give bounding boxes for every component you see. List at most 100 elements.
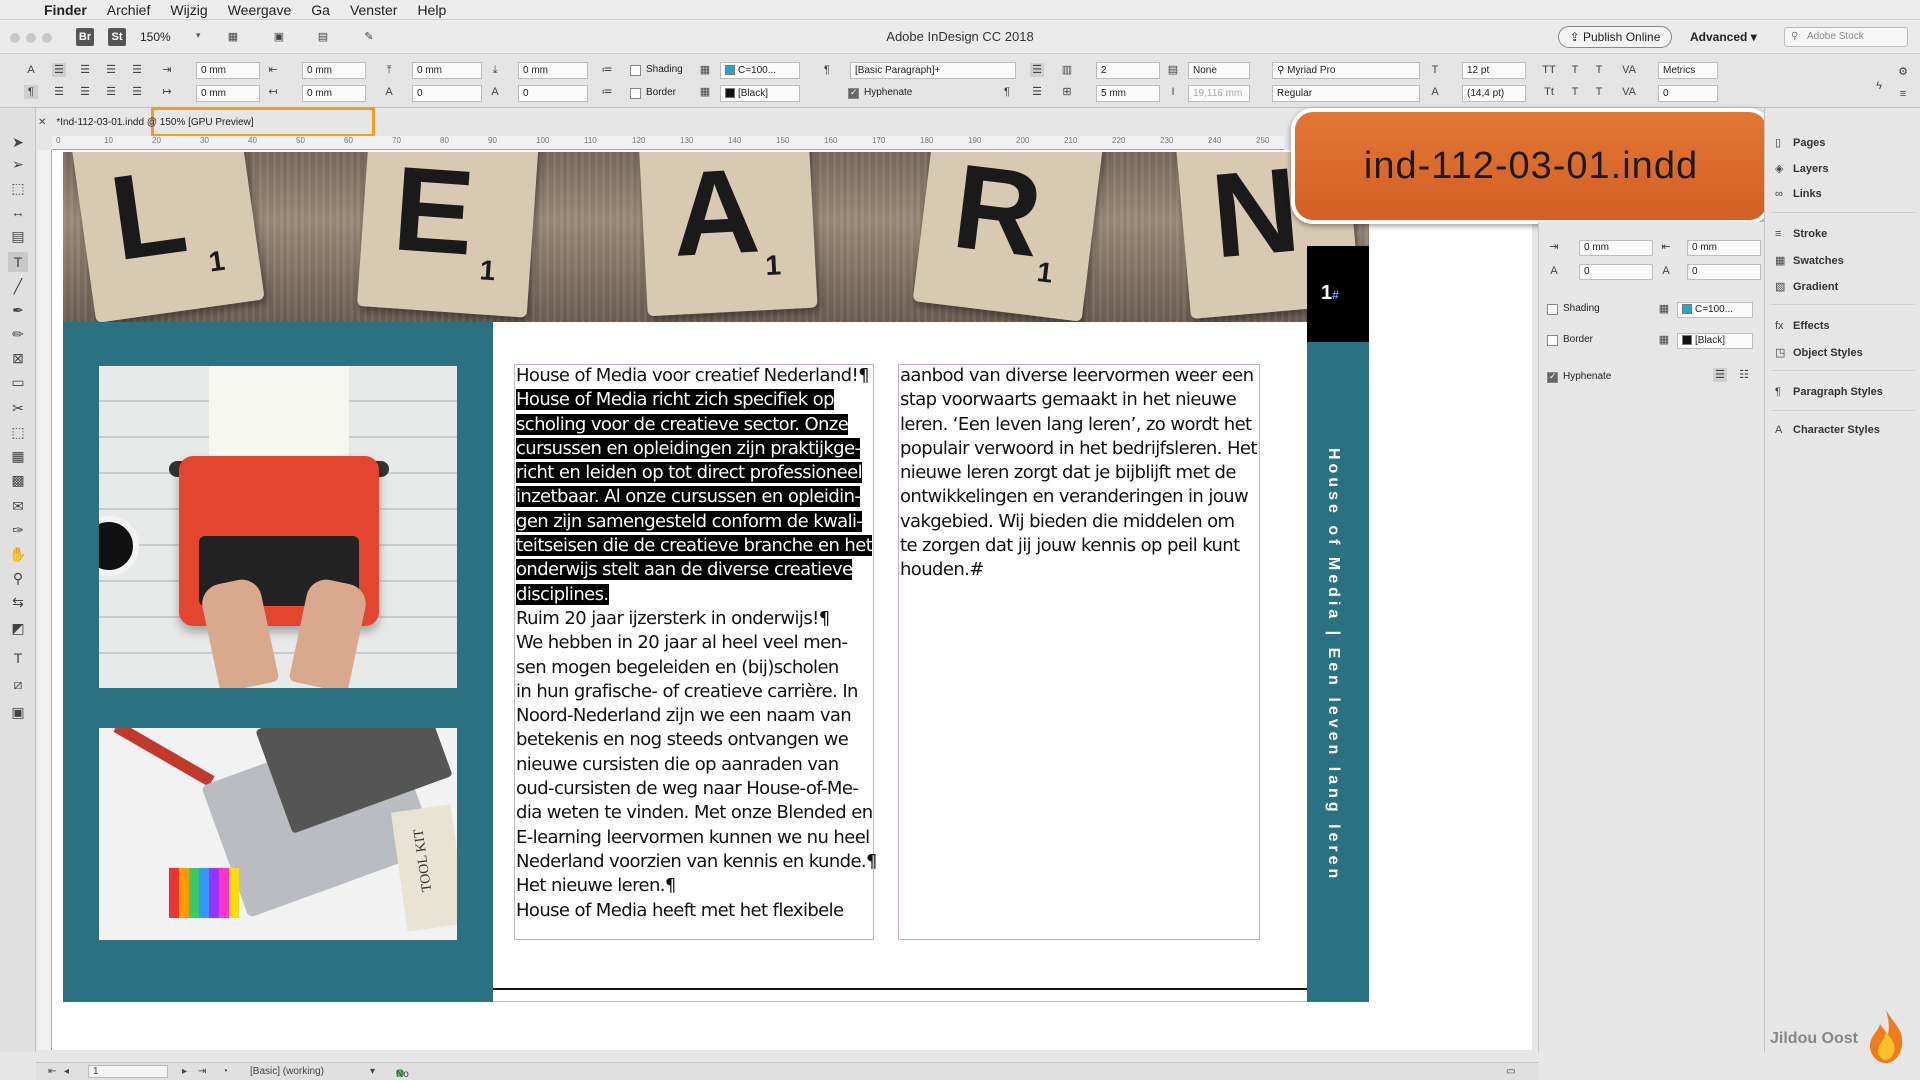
justify-all-icon[interactable]: ☰	[104, 85, 118, 99]
preflight-profile[interactable]: [Basic] (working)	[250, 1066, 324, 1077]
span-width-field[interactable]: 19,116 mm	[1188, 85, 1250, 102]
panel-object-styles[interactable]: ◳ Object Styles	[1775, 346, 1863, 359]
laptop-desk-photo[interactable]: TOOL KIT	[99, 728, 457, 940]
do-not-align-baseline-icon[interactable]: ☰	[1030, 63, 1044, 77]
last-line-indent-field[interactable]: 0 mm	[302, 85, 366, 102]
last-page-icon[interactable]: ⇥	[198, 1066, 206, 1077]
panel-paragraph-styles[interactable]: ¶ Paragraph Styles	[1775, 386, 1883, 398]
font-family-select[interactable]: ⚲ Myriad Pro	[1272, 62, 1420, 79]
previous-page-icon[interactable]: ◂	[64, 1066, 69, 1077]
props-last-line-field[interactable]: 0	[1687, 264, 1761, 280]
gradient-swatch-tool-icon[interactable]: ▦	[8, 446, 28, 466]
rectangle-frame-tool-icon[interactable]: ⊠	[8, 348, 28, 368]
space-after-field[interactable]: 0 mm	[518, 62, 588, 79]
hand-tool-icon[interactable]: ✋	[8, 544, 28, 564]
gap-tool-icon[interactable]: ↔	[8, 202, 28, 222]
next-page-icon[interactable]: ▸	[182, 1066, 187, 1077]
gutter-field[interactable]: 5 mm	[1096, 85, 1160, 102]
props-shading-checkbox[interactable]	[1547, 304, 1558, 315]
view-options-icon[interactable]: ▦	[226, 30, 240, 44]
eyedropper-tool-icon[interactable]: ✑	[8, 520, 28, 540]
typewriter-photo[interactable]	[99, 366, 457, 688]
scissors-tool-icon[interactable]: ✂	[8, 398, 28, 418]
align-away-spine-icon[interactable]: ☰	[130, 85, 144, 99]
align-right-icon[interactable]: ☰	[104, 63, 118, 77]
direct-selection-tool-icon[interactable]: ➢	[8, 154, 28, 174]
justify-left-icon[interactable]: ☰	[52, 85, 66, 99]
justify-center-icon[interactable]: ☰	[78, 85, 92, 99]
first-line-indent-field[interactable]: 0 mm	[196, 85, 260, 102]
close-window-icon[interactable]	[10, 33, 20, 43]
fill-stroke-icon[interactable]: ◩	[8, 618, 28, 638]
menu-venster[interactable]: Venster	[340, 2, 407, 18]
minimize-window-icon[interactable]	[26, 33, 36, 43]
props-shading-color[interactable]: C=100...	[1677, 302, 1753, 318]
panel-gradient[interactable]: ▧ Gradient	[1775, 280, 1838, 293]
quick-apply-icon[interactable]: ϟ	[1872, 79, 1886, 93]
props-align-baseline-off-icon[interactable]: ☰	[1713, 368, 1727, 382]
kerning-select[interactable]: Metrics	[1658, 62, 1718, 79]
space-before-field[interactable]: 0 mm	[412, 62, 482, 79]
publish-online-button[interactable]: ⇪ Publish Online	[1558, 26, 1672, 48]
learn-banner-image[interactable]: L1E1A1R1N1	[63, 152, 1369, 322]
props-left-indent-field[interactable]: 0 mm	[1579, 240, 1653, 256]
drop-cap-chars-field[interactable]: 0	[518, 85, 588, 102]
menu-weergave[interactable]: Weergave	[218, 2, 302, 18]
panel-swatches[interactable]: ▦ Swatches	[1775, 254, 1844, 267]
adobe-stock-search[interactable]: ⚲ Adobe Stock	[1784, 27, 1908, 47]
type-tool-icon[interactable]: T	[8, 252, 28, 272]
shading-color-select[interactable]: C=100...	[720, 62, 800, 79]
props-hyphenate-checkbox[interactable]	[1547, 371, 1558, 383]
shading-settings-icon[interactable]: ▦	[698, 63, 712, 77]
preflight-dropdown-icon[interactable]: ▾	[370, 1066, 375, 1077]
zoom-window-icon[interactable]	[42, 33, 52, 43]
right-indent-field[interactable]: 0 mm	[302, 62, 366, 79]
first-page-icon[interactable]: ⇤	[48, 1066, 56, 1077]
all-caps-icon[interactable]: TT	[1542, 63, 1556, 77]
body-text-column-1[interactable]: House of Media voor creatief Nederland!¶…	[516, 364, 878, 923]
tracking-field[interactable]: 0	[1658, 85, 1718, 102]
content-collector-icon[interactable]: ▤	[8, 226, 28, 246]
line-tool-icon[interactable]: ╱	[8, 276, 28, 296]
panel-stroke[interactable]: ≡ Stroke	[1775, 228, 1827, 240]
props-shading-settings-icon[interactable]: ▦	[1657, 302, 1671, 316]
brush-icon[interactable]: ✎	[362, 30, 376, 44]
underline-icon[interactable]: T	[1592, 63, 1606, 77]
bridge-button[interactable]: Br	[76, 28, 94, 46]
page-tool-icon[interactable]: ⬚	[8, 178, 28, 198]
menu-ga[interactable]: Ga	[301, 2, 340, 18]
clear-overrides-icon[interactable]: ¶	[1000, 85, 1014, 99]
align-center-icon[interactable]: ☰	[78, 63, 92, 77]
paragraph-formatting-icon[interactable]: ¶	[24, 85, 38, 99]
drop-cap-lines-field[interactable]: 0	[412, 85, 482, 102]
menu-finder[interactable]: Finder	[34, 2, 97, 18]
horizontal-ruler[interactable]: 0 10 20 30 40 50 60 70 80 90 100 110 120 130 140 150 160…	[52, 136, 1284, 150]
panel-effects[interactable]: fx Effects	[1775, 320, 1830, 332]
panel-pages[interactable]: ▯ Pages	[1775, 136, 1825, 149]
zoom-dropdown-icon[interactable]: ▾	[196, 30, 201, 41]
border-checkbox[interactable]	[630, 88, 641, 99]
split-layout-icon[interactable]: ▭	[1506, 1066, 1515, 1077]
props-border-settings-icon[interactable]: ▦	[1657, 333, 1671, 347]
menu-help[interactable]: Help	[407, 2, 456, 18]
subscript-icon[interactable]: T	[1568, 85, 1582, 99]
props-border-checkbox[interactable]	[1547, 335, 1558, 346]
open-page-icon[interactable]: ◔	[222, 1066, 228, 1077]
panel-settings-icon[interactable]: ⚙	[1896, 65, 1910, 79]
small-caps-icon[interactable]: Tt	[1542, 85, 1556, 99]
arrange-documents-icon[interactable]: ▤	[316, 30, 330, 44]
border-settings-icon[interactable]: ▦	[698, 85, 712, 99]
swap-fill-stroke-icon[interactable]: ⇆	[8, 592, 28, 612]
apply-none-icon[interactable]: ⧄	[8, 674, 28, 694]
gradient-feather-tool-icon[interactable]: ▩	[8, 470, 28, 490]
strikethrough-icon[interactable]: T	[1592, 85, 1606, 99]
numbering-icon[interactable]: ≔	[600, 85, 614, 99]
props-border-color[interactable]: [Black]	[1677, 333, 1753, 349]
pencil-tool-icon[interactable]: ✏	[8, 324, 28, 344]
panel-character-styles[interactable]: A Character Styles	[1775, 424, 1880, 436]
superscript-icon[interactable]: T	[1568, 63, 1582, 77]
left-indent-field[interactable]: 0 mm	[196, 62, 260, 79]
vertical-ruler[interactable]	[38, 150, 52, 1050]
rectangle-tool-icon[interactable]: ▭	[8, 372, 28, 392]
paragraph-style-select[interactable]: [Basic Paragraph]+	[850, 62, 1016, 79]
